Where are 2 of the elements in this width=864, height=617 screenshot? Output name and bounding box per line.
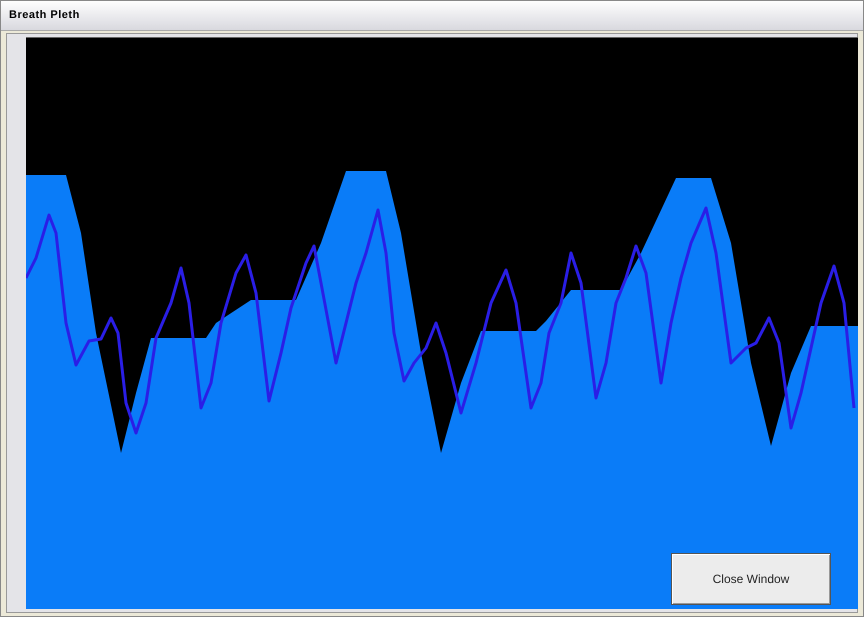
window-title: Breath Pleth [9,8,80,24]
close-window-button[interactable]: Close Window [671,553,831,605]
